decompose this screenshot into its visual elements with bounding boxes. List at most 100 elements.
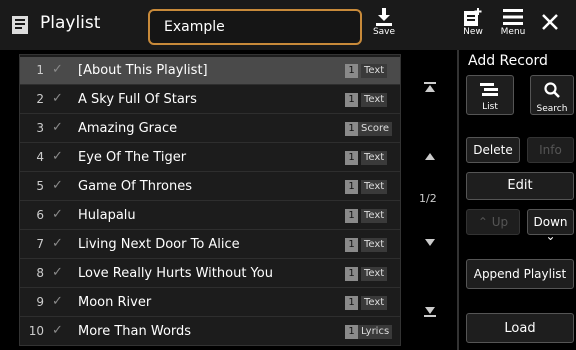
- record-count: 1: [345, 122, 358, 136]
- record-type: Lyrics: [358, 325, 393, 339]
- add-record-heading: Add Record: [468, 53, 548, 69]
- list-item[interactable]: 3 ✓ Amazing Grace 1 Score: [20, 115, 400, 143]
- record-type: Text: [361, 238, 388, 252]
- check-icon: ✓: [52, 265, 63, 280]
- record-type: Text: [361, 64, 388, 78]
- menu-icon: [503, 9, 523, 25]
- record-number: 1: [36, 63, 44, 77]
- list-item[interactable]: 7 ✓ Living Next Door To Alice 1 Text: [20, 231, 400, 259]
- record-name: A Sky Full Of Stars: [78, 92, 197, 107]
- scroll-top-icon[interactable]: [424, 82, 436, 93]
- list-scroll-controls: 1/2: [413, 54, 448, 346]
- new-record-icon: [464, 8, 482, 26]
- record-count: 1: [345, 325, 358, 339]
- list-item[interactable]: 5 ✓ Game Of Thrones 1 Text: [20, 173, 400, 201]
- record-count: 1: [345, 238, 358, 252]
- check-icon: ✓: [52, 149, 63, 164]
- load-button[interactable]: Load: [466, 313, 574, 343]
- record-count: 1: [345, 180, 358, 194]
- list-item[interactable]: 10 ✓ More Than Words 1 Lyrics: [20, 318, 400, 346]
- list-item[interactable]: 2 ✓ A Sky Full Of Stars 1 Text: [20, 86, 400, 114]
- search-button[interactable]: Search: [530, 75, 574, 115]
- playlist-record-list: 1 ✓ [About This Playlist] 1 Text 2 ✓ A S…: [19, 54, 401, 346]
- record-name: More Than Words: [78, 324, 192, 339]
- playlist-name-field[interactable]: Example: [148, 9, 362, 45]
- record-name: Amazing Grace: [78, 121, 178, 136]
- header-bar: Playlist Example Save New Menu: [0, 0, 576, 50]
- list-item[interactable]: 6 ✓ Hulapalu 1 Text: [20, 202, 400, 230]
- menu-label: Menu: [500, 27, 526, 37]
- record-number: 9: [36, 295, 44, 309]
- record-number: 10: [28, 324, 44, 338]
- record-number: 8: [36, 266, 44, 280]
- add-from-list-button[interactable]: List: [466, 75, 514, 115]
- scroll-down-icon[interactable]: [424, 238, 436, 247]
- check-icon: ✓: [52, 236, 63, 251]
- record-type: Text: [361, 180, 388, 194]
- list-icon: [480, 83, 498, 96]
- check-icon: ✓: [52, 294, 63, 309]
- list-item[interactable]: 1 ✓ [About This Playlist] 1 Text: [20, 57, 400, 85]
- info-button[interactable]: Info: [527, 137, 574, 163]
- chevron-down-icon: ⌄: [545, 229, 556, 243]
- close-icon[interactable]: [540, 12, 560, 32]
- record-name: Eye Of The Tiger: [78, 150, 187, 165]
- record-count: 1: [345, 267, 358, 281]
- edit-button[interactable]: Edit: [466, 172, 574, 200]
- record-count: 1: [345, 296, 358, 310]
- record-number: 7: [36, 237, 44, 251]
- record-type: Text: [361, 151, 388, 165]
- record-number: 2: [36, 92, 44, 106]
- list-item[interactable]: 8 ✓ Love Really Hurts Without You 1 Text: [20, 260, 400, 288]
- record-name: [About This Playlist]: [78, 63, 208, 78]
- check-icon: ✓: [52, 207, 63, 222]
- panel-divider: [457, 50, 459, 350]
- record-type: Text: [361, 209, 388, 223]
- page-title: Playlist: [40, 13, 101, 33]
- search-button-label: Search: [536, 104, 568, 114]
- check-icon: ✓: [52, 62, 63, 77]
- record-name: Game Of Thrones: [78, 179, 192, 194]
- record-type: Text: [361, 93, 388, 107]
- check-icon: ✓: [52, 120, 63, 135]
- record-name: Moon River: [78, 295, 152, 310]
- move-down-button[interactable]: Down ⌄: [527, 209, 574, 243]
- append-playlist-button[interactable]: Append Playlist: [466, 259, 574, 289]
- save-icon: [376, 8, 392, 26]
- chevron-up-icon: ⌃: [477, 215, 488, 229]
- new-label: New: [463, 27, 483, 37]
- move-up-button[interactable]: ⌃ Up: [466, 209, 520, 235]
- record-count: 1: [345, 93, 358, 107]
- record-type: Text: [361, 296, 388, 310]
- scroll-up-icon[interactable]: [424, 152, 436, 161]
- list-button-label: List: [482, 102, 498, 112]
- record-number: 3: [36, 121, 44, 135]
- save-button[interactable]: Save: [370, 8, 398, 37]
- page-indicator: 1/2: [419, 192, 437, 205]
- delete-button[interactable]: Delete: [466, 137, 520, 163]
- record-count: 1: [345, 151, 358, 165]
- record-name: Love Really Hurts Without You: [78, 266, 273, 281]
- list-item[interactable]: 4 ✓ Eye Of The Tiger 1 Text: [20, 144, 400, 172]
- record-type: Text: [361, 267, 388, 281]
- list-item[interactable]: 9 ✓ Moon River 1 Text: [20, 289, 400, 317]
- menu-button[interactable]: Menu: [498, 8, 528, 37]
- scroll-bottom-icon[interactable]: [424, 306, 436, 317]
- down-label: Down: [533, 215, 568, 229]
- record-type: Score: [358, 122, 393, 136]
- check-icon: ✓: [52, 91, 63, 106]
- record-number: 6: [36, 208, 44, 222]
- record-count: 1: [345, 64, 358, 78]
- new-button[interactable]: New: [460, 8, 486, 37]
- check-icon: ✓: [52, 323, 63, 338]
- save-label: Save: [372, 27, 396, 37]
- record-number: 4: [36, 150, 44, 164]
- check-icon: ✓: [52, 178, 63, 193]
- playlist-icon: [12, 16, 28, 34]
- record-name: Hulapalu: [78, 208, 136, 223]
- record-number: 5: [36, 179, 44, 193]
- record-count: 1: [345, 209, 358, 223]
- up-label: Up: [491, 215, 509, 229]
- record-name: Living Next Door To Alice: [78, 237, 240, 252]
- search-icon: [544, 82, 560, 98]
